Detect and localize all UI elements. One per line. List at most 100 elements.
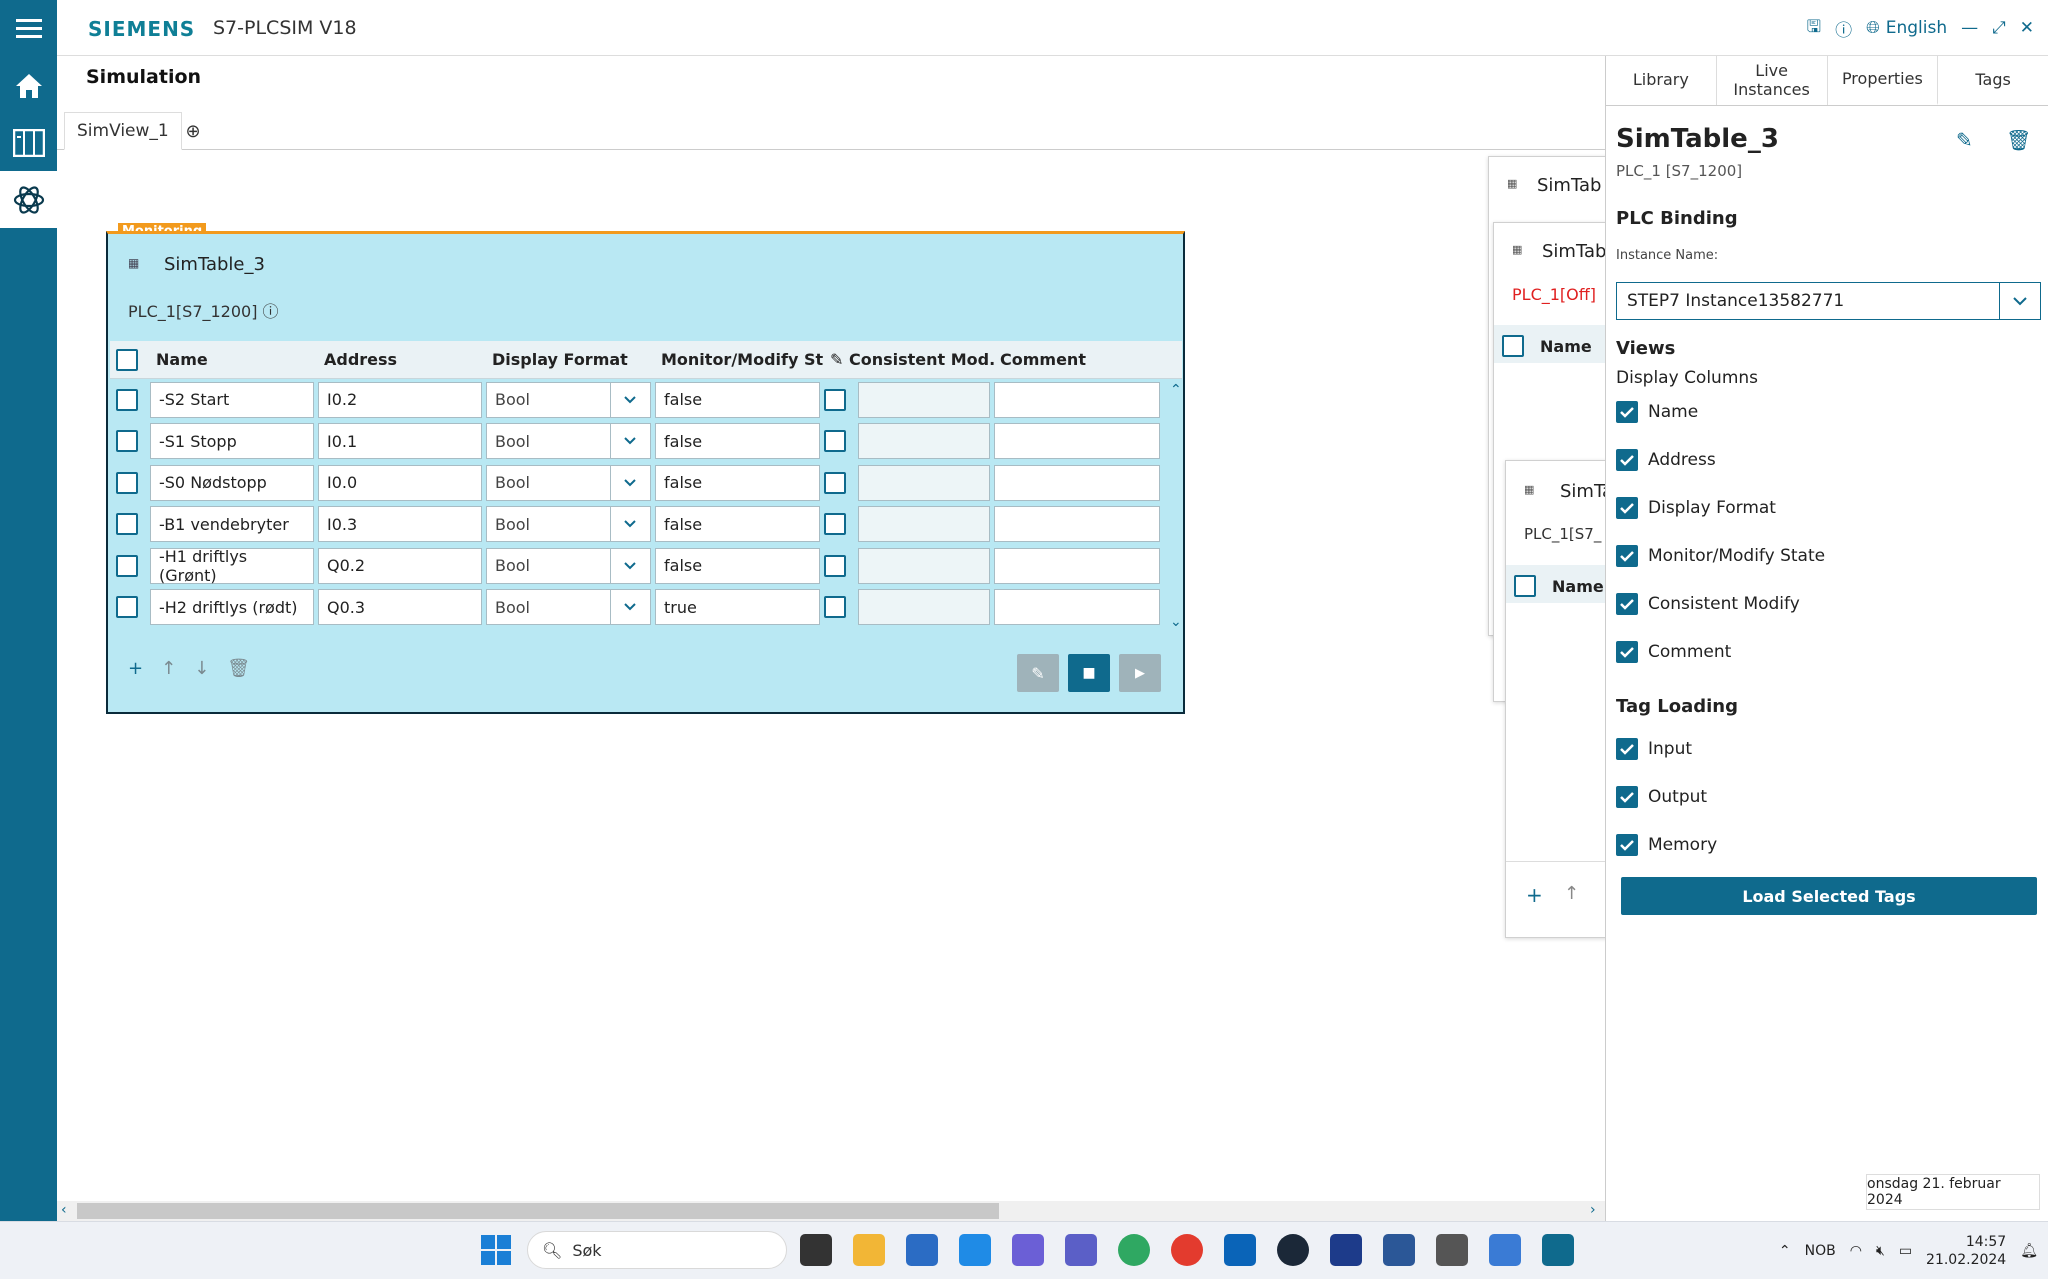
move-up-icon[interactable]: ↑	[161, 658, 176, 679]
plcsim-icon[interactable]	[1542, 1234, 1574, 1266]
tab-live-instances[interactable]: Live Instances	[1717, 56, 1828, 105]
start-monitoring-button[interactable]: ▶	[1119, 654, 1161, 692]
comment-cell[interactable]	[994, 381, 1160, 418]
teams-icon[interactable]	[1065, 1234, 1097, 1266]
minimize-icon[interactable]: —	[1961, 18, 1978, 38]
steam-icon[interactable]	[1277, 1234, 1309, 1266]
checkbox-output[interactable]: Output	[1616, 786, 1707, 808]
row-checkbox[interactable]	[116, 388, 138, 411]
name-cell[interactable]: -S2 Start	[150, 381, 314, 418]
select-all-checkbox[interactable]	[1502, 335, 1524, 357]
col-name[interactable]: Name	[150, 350, 318, 369]
monitor-modify-cell[interactable]: true	[655, 589, 820, 626]
monitor-modify-cell[interactable]: false	[655, 506, 820, 543]
checkmark-icon[interactable]	[1616, 401, 1638, 423]
comment-cell[interactable]	[994, 547, 1160, 584]
checkbox-display-format[interactable]: Display Format	[1616, 497, 1776, 519]
checkbox-memory[interactable]: Memory	[1616, 834, 1717, 856]
row-checkbox[interactable]	[116, 513, 138, 536]
monitor-modify-cell[interactable]: false	[655, 464, 820, 501]
scrollbar-thumb[interactable]	[77, 1203, 999, 1219]
menu-icon[interactable]	[0, 0, 57, 57]
help-icon[interactable]: ⓘ	[1835, 16, 1852, 41]
tab-library[interactable]: Library	[1606, 56, 1717, 105]
table-row[interactable]: -S0 Nødstopp I0.0 Bool false	[110, 462, 1182, 504]
simulation-atom-icon[interactable]	[0, 171, 57, 228]
chevron-down-icon[interactable]	[2000, 283, 2040, 319]
select-all-checkbox[interactable]	[116, 348, 138, 371]
tab-properties[interactable]: Properties	[1827, 56, 1939, 105]
scroll-down-icon[interactable]: ⌄	[1170, 614, 1182, 630]
address-cell[interactable]: I0.2	[318, 381, 482, 418]
library-icon[interactable]	[0, 114, 57, 171]
checkmark-icon[interactable]	[1616, 545, 1638, 567]
table-row[interactable]: -S1 Stopp I0.1 Bool false	[110, 421, 1182, 463]
name-cell[interactable]: -S0 Nødstopp	[150, 464, 314, 501]
address-cell[interactable]: I0.1	[318, 423, 482, 460]
close-icon[interactable]: ✕	[2020, 18, 2034, 38]
address-cell[interactable]: I0.0	[318, 464, 482, 501]
comment-cell[interactable]	[994, 506, 1160, 543]
globe-icon[interactable]: 🌐︎	[1866, 18, 1880, 38]
taskbar-search[interactable]: 🔍︎ Søk	[527, 1231, 787, 1269]
comment-cell[interactable]	[994, 423, 1160, 460]
scroll-up-icon[interactable]: ⌃	[1170, 382, 1182, 398]
info-icon[interactable]: ⓘ	[263, 302, 279, 321]
edit-icon[interactable]: ✎	[1956, 128, 1973, 152]
consistent-modify-checkbox[interactable]	[824, 554, 846, 577]
home-icon[interactable]	[0, 57, 57, 114]
monitor-modify-cell[interactable]: false	[655, 381, 820, 418]
consistent-modify-checkbox[interactable]	[824, 430, 846, 453]
name-cell[interactable]: -H2 driftlys (rødt)	[150, 589, 314, 626]
name-cell[interactable]: -B1 vendebryter	[150, 506, 314, 543]
windows-start-icon[interactable]	[481, 1235, 511, 1269]
move-up-icon[interactable]: ↑	[1564, 883, 1579, 904]
row-checkbox[interactable]	[116, 596, 138, 619]
chevron-down-icon[interactable]	[611, 590, 650, 624]
simtable-widget[interactable]: ▦ SimTable_3 PLC_1[S7_1200] ⓘ Name Addre…	[106, 231, 1185, 714]
checkmark-icon[interactable]	[1616, 593, 1638, 615]
display-format-select[interactable]: Bool	[486, 506, 651, 543]
name-cell[interactable]: -S1 Stopp	[150, 423, 314, 460]
consistent-modify-checkbox[interactable]	[824, 513, 846, 536]
instance-name-select[interactable]: STEP7 Instance13582771	[1616, 282, 2041, 320]
name-cell[interactable]: -H1 driftlys (Grønt)	[150, 547, 314, 585]
copilot-icon[interactable]	[1012, 1234, 1044, 1266]
store-icon[interactable]	[906, 1234, 938, 1266]
display-format-select[interactable]: Bool	[486, 381, 651, 418]
scroll-left-icon[interactable]: ‹	[61, 1202, 67, 1218]
notification-bell-icon[interactable]: 🔔︎	[2020, 1243, 2038, 1259]
col-address[interactable]: Address	[318, 350, 486, 369]
consistent-modify-checkbox[interactable]	[824, 471, 846, 494]
row-checkbox[interactable]	[116, 471, 138, 494]
col-display-format[interactable]: Display Format	[486, 350, 655, 369]
l-app-icon[interactable]	[1330, 1234, 1362, 1266]
display-format-select[interactable]: Bool	[486, 547, 651, 584]
table-row[interactable]: -B1 vendebryter I0.3 Bool false	[110, 504, 1182, 546]
table-row[interactable]: -H1 driftlys (Grønt) Q0.2 Bool false	[110, 545, 1182, 587]
chevron-down-icon[interactable]	[611, 424, 650, 458]
display-format-select[interactable]: Bool	[486, 589, 651, 626]
address-cell[interactable]: Q0.2	[318, 547, 482, 584]
row-checkbox[interactable]	[116, 430, 138, 453]
monitor-modify-cell[interactable]: false	[655, 547, 820, 584]
comment-cell[interactable]	[994, 589, 1160, 626]
checkmark-icon[interactable]	[1616, 786, 1638, 808]
delete-icon[interactable]: 🗑︎	[2006, 128, 2031, 152]
wifi-icon[interactable]: ◠	[1850, 1243, 1862, 1259]
save-icon[interactable]: 🖫	[1807, 14, 1821, 43]
mail-icon[interactable]	[959, 1234, 991, 1266]
table-row[interactable]: -S2 Start I0.2 Bool false	[110, 379, 1182, 421]
clock[interactable]: 14:57 21.02.2024	[1926, 1233, 2006, 1269]
checkmark-icon[interactable]	[1616, 738, 1638, 760]
stop-monitoring-button[interactable]: ■	[1068, 654, 1110, 692]
word-icon[interactable]	[1383, 1234, 1415, 1266]
checkbox-name[interactable]: Name	[1616, 401, 1698, 423]
add-tab-icon[interactable]: ⊕	[175, 112, 211, 150]
volume-icon[interactable]: 🔇︎	[1876, 1243, 1885, 1259]
load-selected-tags-button[interactable]: Load Selected Tags	[1621, 877, 2037, 915]
tia-portal-icon[interactable]	[1436, 1234, 1468, 1266]
add-row-icon[interactable]: +	[1526, 883, 1543, 907]
display-format-select[interactable]: Bool	[486, 464, 651, 501]
tab-simview-1[interactable]: SimView_1	[64, 112, 182, 150]
